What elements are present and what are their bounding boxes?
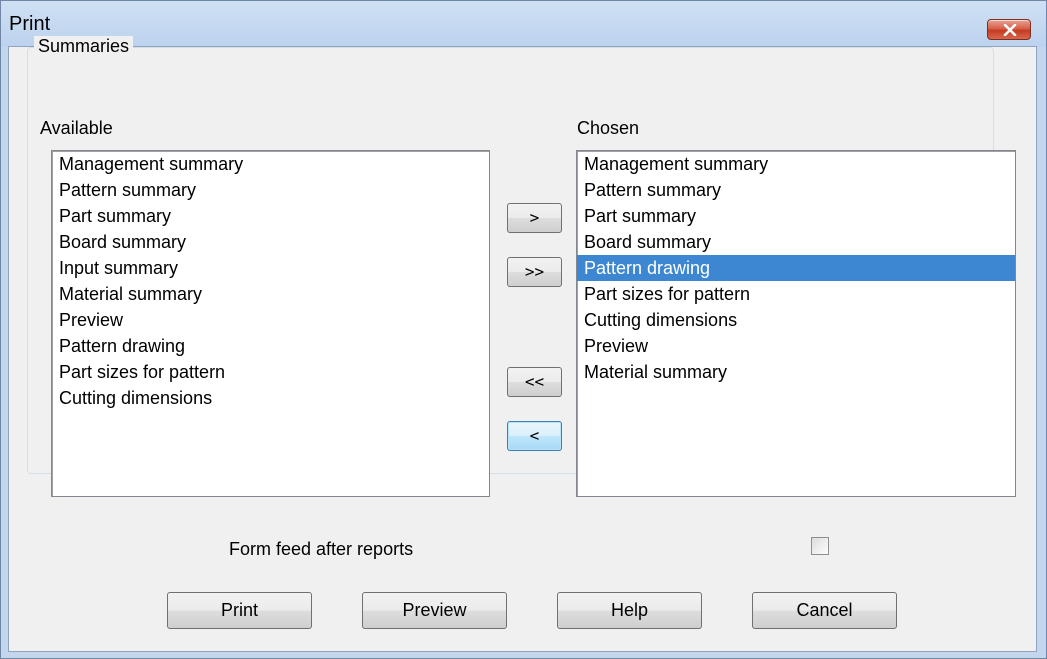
available-list-item[interactable]: Board summary	[52, 229, 489, 255]
window-title: Print	[9, 13, 51, 35]
available-listbox[interactable]: Management summary Pattern summary Part su…	[51, 150, 490, 497]
close-icon	[1003, 24, 1017, 36]
available-list-item[interactable]: Input summary	[52, 255, 489, 281]
available-list-item[interactable]: Management summary	[52, 151, 489, 177]
chosen-listbox[interactable]: Management summary Pattern summary Part su…	[576, 150, 1016, 497]
form-feed-checkbox[interactable]	[811, 537, 829, 555]
form-feed-label: Form feed after reports	[229, 539, 414, 559]
close-button[interactable]	[987, 19, 1031, 40]
chosen-label: Chosen	[577, 118, 640, 138]
available-list-item[interactable]: Part summary	[52, 203, 489, 229]
chosen-list-item[interactable]: Management summary	[577, 151, 1015, 177]
preview-button[interactable]: Preview	[362, 592, 507, 629]
add-selected-button[interactable]: >	[507, 203, 562, 233]
available-list-item[interactable]: Preview	[52, 307, 489, 333]
chosen-list-item[interactable]: Material summary	[577, 359, 1015, 385]
chosen-list-item[interactable]: Cutting dimensions	[577, 307, 1015, 333]
help-button[interactable]: Help	[557, 592, 702, 629]
chosen-list-item[interactable]: Board summary	[577, 229, 1015, 255]
chosen-list-item[interactable]: Pattern summary	[577, 177, 1015, 203]
chosen-list-item[interactable]: Part sizes for pattern	[577, 281, 1015, 307]
chosen-list-item[interactable]: Pattern drawing	[577, 255, 1015, 281]
remove-selected-button[interactable]: <	[507, 421, 562, 451]
available-list-item[interactable]: Pattern summary	[52, 177, 489, 203]
available-list-item[interactable]: Cutting dimensions	[52, 385, 489, 411]
available-list-item[interactable]: Part sizes for pattern	[52, 359, 489, 385]
summaries-group-label: Summaries	[34, 36, 134, 57]
available-label: Available	[40, 118, 113, 138]
title-bar[interactable]: Print	[1, 1, 1046, 47]
remove-all-button[interactable]: <<	[507, 367, 562, 397]
print-button[interactable]: Print	[167, 592, 312, 629]
add-all-button[interactable]: >>	[507, 257, 562, 287]
chosen-list-item[interactable]: Part summary	[577, 203, 1015, 229]
cancel-button[interactable]: Cancel	[752, 592, 897, 629]
chosen-list-item[interactable]: Preview	[577, 333, 1015, 359]
available-list-item[interactable]: Pattern drawing	[52, 333, 489, 359]
available-list-item[interactable]: Material summary	[52, 281, 489, 307]
